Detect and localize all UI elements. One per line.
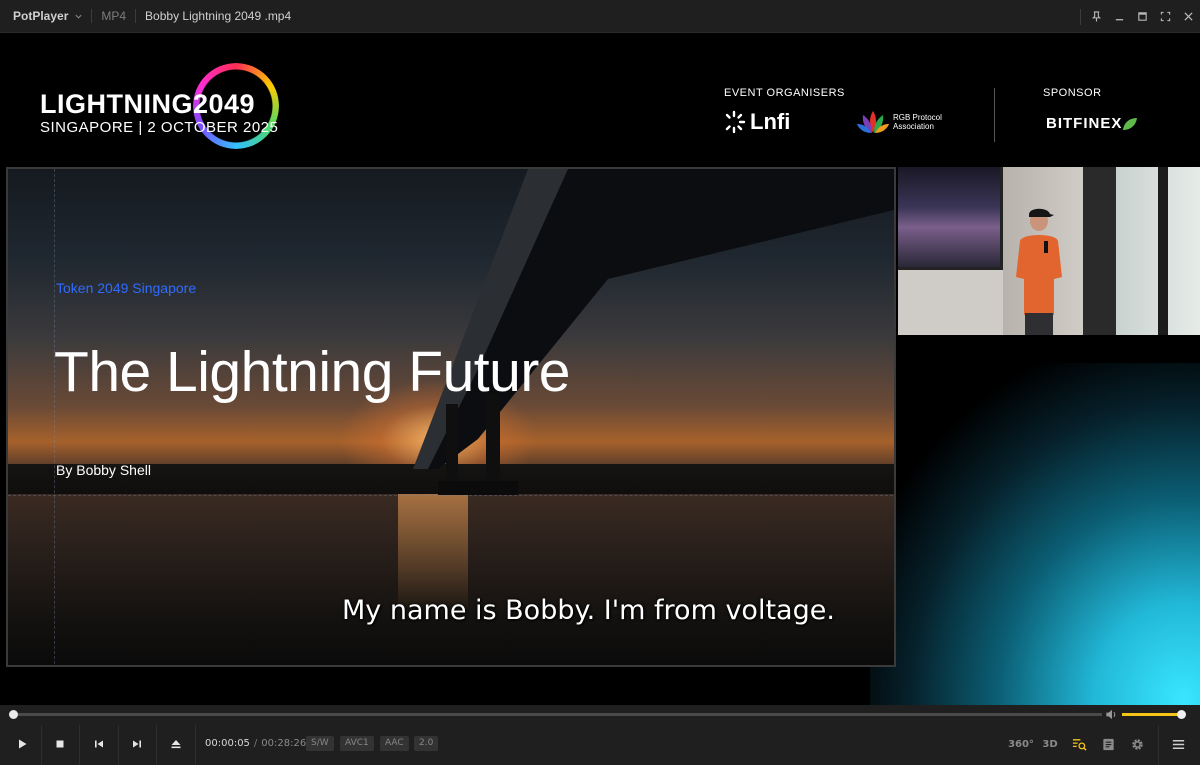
maximize-icon <box>1138 12 1147 21</box>
seek-bar[interactable] <box>9 710 1102 719</box>
previous-icon <box>95 740 103 748</box>
settings-button[interactable] <box>1122 725 1152 763</box>
app-name: PotPlayer <box>13 9 69 23</box>
search-zoom-button[interactable] <box>1064 725 1094 763</box>
3d-button[interactable]: 3D <box>1035 725 1065 763</box>
lotus-icon <box>857 111 889 133</box>
menu-icon <box>1172 739 1184 749</box>
video-codec-badge[interactable]: AVC1 <box>340 736 374 751</box>
control-bar: 00:00:05/00:28:26 S/W AVC1 AAC 2.0 360° … <box>0 705 1200 765</box>
button-separator <box>195 725 196 765</box>
minimize-icon <box>1115 19 1124 21</box>
sponsor-label: SPONSOR <box>1043 87 1102 99</box>
lnfi-logo: Lnfi <box>722 109 790 135</box>
3d-label: 3D <box>1042 738 1058 750</box>
guide-line-horizontal <box>8 495 894 497</box>
current-time: 00:00:05 <box>205 738 250 749</box>
close-icon <box>1184 12 1193 21</box>
stop-button[interactable] <box>41 725 79 763</box>
duration: 00:28:26 <box>261 738 307 749</box>
lnfi-mark-icon <box>725 110 746 134</box>
audio-channels-badge[interactable]: 2.0 <box>414 736 439 751</box>
vr-360-label: 360° <box>1008 738 1034 750</box>
rgb-association-logo: RGB Protocol Association <box>856 109 953 135</box>
background-glow <box>870 363 1200 705</box>
audio-codec-badge[interactable]: AAC <box>380 736 409 751</box>
search-zoom-icon <box>1072 738 1087 751</box>
previous-button[interactable] <box>80 725 118 763</box>
format-label: MP4 <box>101 9 127 23</box>
lnfi-name: Lnfi <box>750 109 791 134</box>
rgb-association-name: RGB Protocol Association <box>893 113 942 131</box>
chevron-down-icon <box>75 14 82 19</box>
vr-360-button[interactable]: 360° <box>1006 725 1036 763</box>
stop-icon <box>56 740 64 748</box>
window-controls-separator <box>1080 8 1081 25</box>
volume-handle[interactable] <box>1176 710 1186 719</box>
brand-subline: SINGAPORE | 2 OCTOBER 2025 <box>40 119 279 136</box>
room-frame <box>1158 167 1168 335</box>
playlist-button[interactable] <box>1093 725 1123 763</box>
playback-buttons-row: 00:00:05/00:28:26 S/W AVC1 AAC 2.0 360° … <box>0 725 1200 765</box>
guide-line-vertical <box>54 169 56 665</box>
leaf-icon <box>1123 117 1138 130</box>
minimize-button[interactable] <box>1108 0 1131 33</box>
settings-icon <box>1131 738 1143 750</box>
organiser-divider <box>994 88 995 142</box>
title-bar: PotPlayer MP4 Bobby Lightning 2049 .mp4 <box>0 0 1200 33</box>
app-menu-button[interactable]: PotPlayer <box>0 0 91 32</box>
volume-level <box>1122 713 1181 716</box>
file-title: Bobby Lightning 2049 .mp4 <box>145 9 292 23</box>
window-controls <box>1080 0 1200 33</box>
bitfinex-name: BITFINEX <box>1046 115 1123 132</box>
eject-button[interactable] <box>157 725 195 763</box>
bridge-image <box>413 169 894 495</box>
pin-button[interactable] <box>1085 0 1108 33</box>
subtitle-text: My name is Bobby. I'm from voltage. <box>342 595 835 626</box>
brand-name: LIGHTNING2049 <box>40 89 256 119</box>
decoder-badge[interactable]: S/W <box>306 736 334 751</box>
main-menu-button[interactable] <box>1163 725 1193 763</box>
eject-icon <box>171 740 181 749</box>
playlist-icon <box>1102 738 1114 750</box>
room-screen <box>898 167 1003 270</box>
slide-title: The Lightning Future <box>54 340 571 404</box>
slide-author: By Bobby Shell <box>56 462 151 478</box>
speaker-figure <box>1016 208 1062 335</box>
volume-icon[interactable] <box>1105 708 1118 721</box>
slide-eyebrow: Token 2049 Singapore <box>56 280 197 296</box>
fullscreen-icon <box>1160 11 1171 22</box>
volume-slider[interactable] <box>1122 710 1186 719</box>
bitfinex-logo: BITFINEX <box>1046 115 1138 132</box>
presentation-slide: Token 2049 Singapore The Lightning Futur… <box>6 167 896 667</box>
maximize-button[interactable] <box>1131 0 1154 33</box>
close-button[interactable] <box>1177 0 1200 33</box>
video-area[interactable]: LIGHTNING2049 SINGAPORE | 2 OCTOBER 2025… <box>0 33 1200 705</box>
speaker-camera-feed <box>898 167 1200 335</box>
time-separator: / <box>253 738 258 749</box>
time-display: 00:00:05/00:28:26 <box>205 738 306 749</box>
play-icon <box>19 739 27 749</box>
pin-icon <box>1091 11 1102 22</box>
next-icon <box>133 740 141 748</box>
seek-bar-handle[interactable] <box>9 710 19 719</box>
organisers-label: EVENT ORGANISERS <box>724 87 845 99</box>
next-button[interactable] <box>118 725 156 763</box>
button-separator <box>1158 725 1159 765</box>
fullscreen-button[interactable] <box>1154 0 1177 33</box>
play-button[interactable] <box>3 725 41 763</box>
